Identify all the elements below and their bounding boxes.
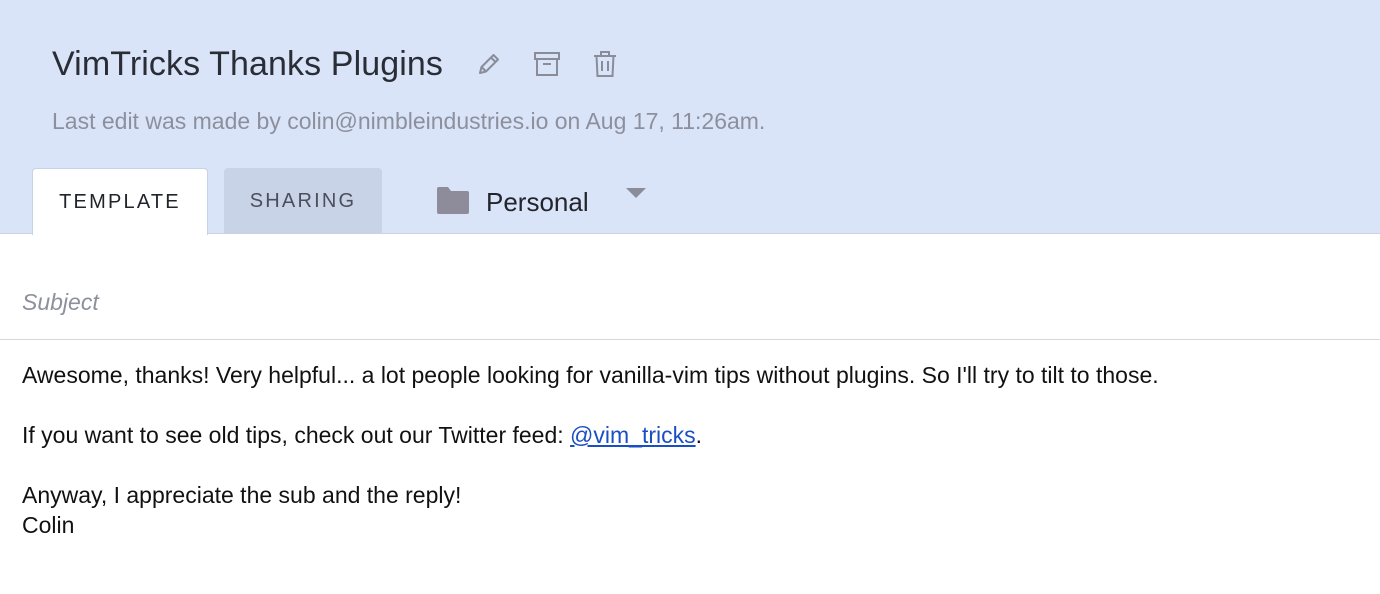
signature: Colin xyxy=(22,512,75,538)
page-title: VimTricks Thanks Plugins xyxy=(52,44,444,83)
message-paragraph: Anyway, I appreciate the sub and the rep… xyxy=(22,480,1362,540)
archive-icon[interactable] xyxy=(531,48,563,80)
last-edit-info: Last edit was made by colin@nimbleindust… xyxy=(52,108,766,134)
chevron-down-icon[interactable] xyxy=(625,186,647,204)
message-text: . xyxy=(695,422,703,448)
tab-bar: TEMPLATE SHARING xyxy=(32,168,382,235)
message-text: If you want to see old tips, check out o… xyxy=(22,422,571,448)
subject-row xyxy=(0,268,1380,340)
message-text: Anyway, I appreciate the sub and the rep… xyxy=(22,482,462,508)
tab-template[interactable]: TEMPLATE xyxy=(32,168,208,235)
message-paragraph: If you want to see old tips, check out o… xyxy=(22,420,1362,450)
twitter-link[interactable]: @vim_tricks xyxy=(570,422,696,448)
folder-selector[interactable]: Personal xyxy=(436,182,647,222)
folder-icon xyxy=(436,185,470,220)
trash-icon[interactable] xyxy=(589,48,621,80)
message-paragraph: Awesome, thanks! Very helpful... a lot p… xyxy=(22,362,1159,388)
tab-sharing[interactable]: SHARING xyxy=(224,168,382,234)
title-actions xyxy=(473,48,647,80)
template-header: VimTricks Thanks Plugins Last edit was m… xyxy=(0,0,1380,235)
title-row: VimTricks Thanks Plugins xyxy=(52,40,647,88)
subject-input[interactable] xyxy=(22,284,1352,320)
message-body[interactable]: Awesome, thanks! Very helpful... a lot p… xyxy=(22,360,1362,570)
folder-name: Personal xyxy=(486,186,589,217)
pencil-icon[interactable] xyxy=(473,48,505,80)
